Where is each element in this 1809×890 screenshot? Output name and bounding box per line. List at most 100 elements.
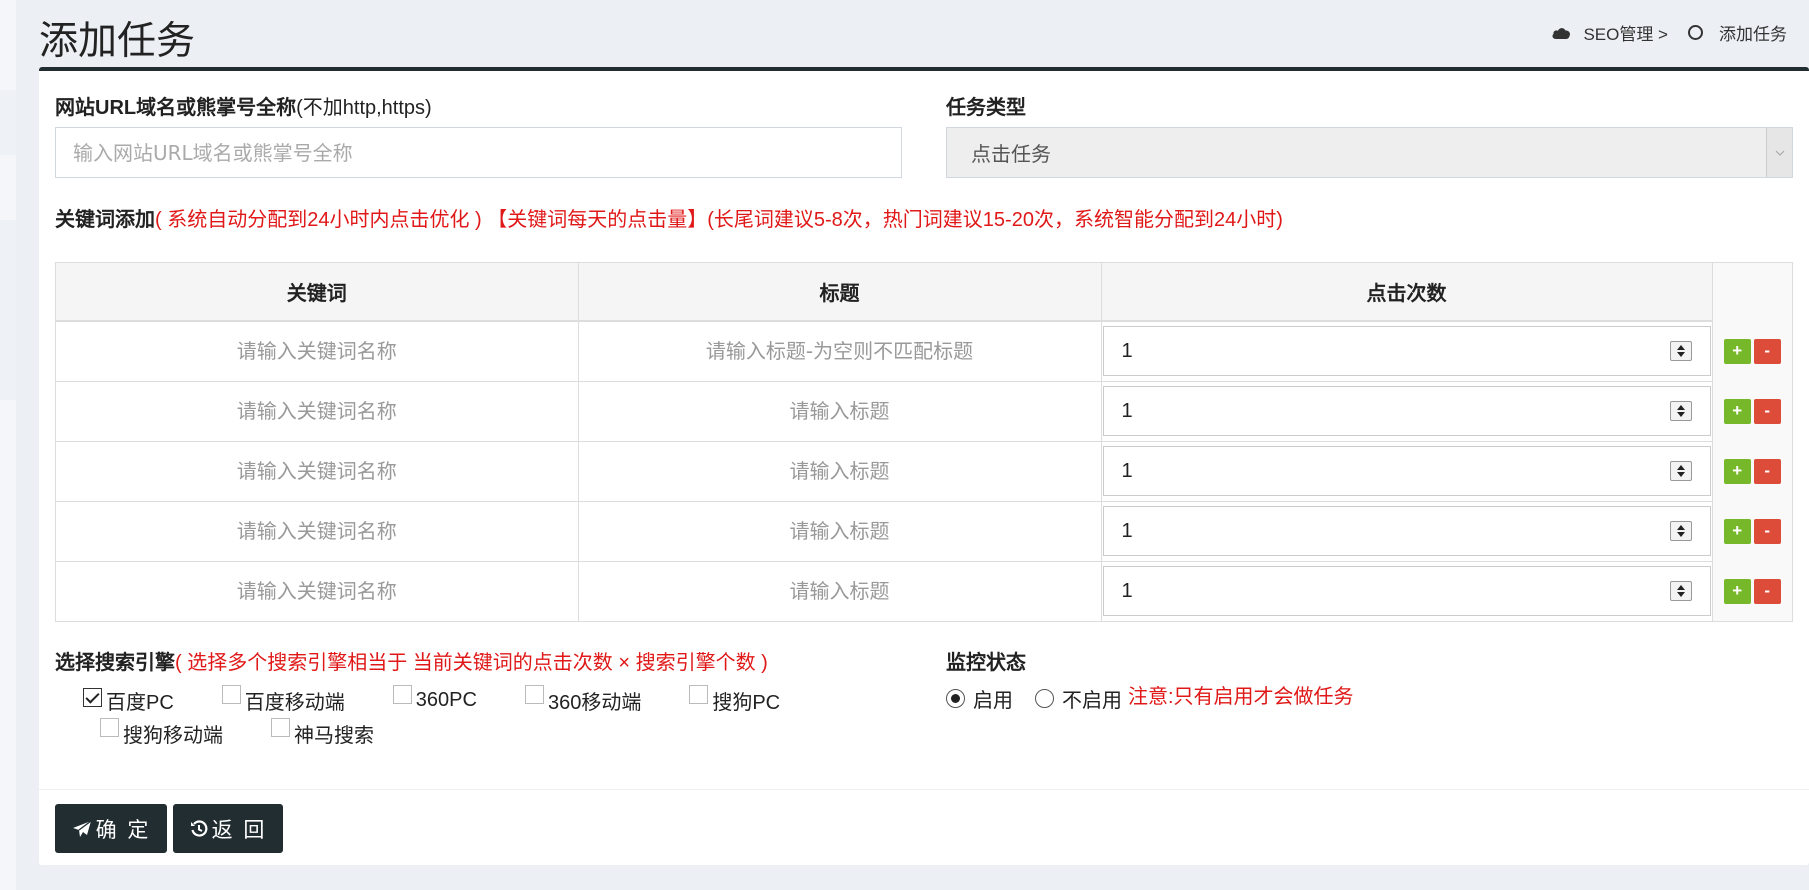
gutter-block <box>0 90 16 155</box>
monitor-options: 启用 不启用 注意:只有启用才会做任务 <box>946 684 1354 713</box>
clicks-number-input[interactable]: 1 <box>1102 566 1711 617</box>
remove-row-button[interactable]: - <box>1753 398 1781 424</box>
checkbox-box[interactable] <box>100 718 119 737</box>
checkbox-box[interactable] <box>392 685 412 704</box>
title-input[interactable] <box>578 381 1101 441</box>
breadcrumb: SEO管理 > 添加任务 <box>1551 20 1787 45</box>
clicks-cell: 1 <box>1101 560 1713 621</box>
spinner-icon[interactable] <box>1669 341 1692 362</box>
checkbox-360-pc[interactable]: 360PC <box>392 685 477 712</box>
column-header-ops <box>1712 263 1792 321</box>
checkbox-sogou-mobile[interactable]: 搜狗移动端 <box>100 718 223 748</box>
add-row-button[interactable]: + <box>1723 398 1751 424</box>
spinner-icon[interactable] <box>1669 521 1692 541</box>
breadcrumb-current: 添加任务 <box>1719 25 1787 44</box>
keyword-cell <box>56 500 579 561</box>
clicks-cell: 1 <box>1101 500 1713 561</box>
clicks-value: 1 <box>1121 519 1133 542</box>
send-icon <box>72 819 92 837</box>
clicks-cell: 1 <box>1101 440 1713 501</box>
back-button-label: 返 回 <box>211 817 267 842</box>
checkbox-shenma[interactable]: 神马搜索 <box>271 718 374 748</box>
column-header-title: 标题 <box>578 263 1102 322</box>
checkbox-box[interactable] <box>221 685 241 704</box>
back-button[interactable]: 返 回 <box>173 804 283 853</box>
remove-row-button[interactable]: - <box>1753 578 1781 604</box>
keyword-input[interactable] <box>56 501 578 561</box>
keyword-section-label: 关键词添加( 系统自动分配到24小时内点击优化 ) 【关键词每天的点击量】(长尾… <box>55 203 1283 232</box>
title-cell <box>578 320 1102 381</box>
url-label: 网站URL域名或熊掌号全称(不加http,https) <box>55 91 432 120</box>
keyword-cell <box>56 440 579 501</box>
checkbox-box[interactable] <box>689 685 709 704</box>
spinner-icon[interactable] <box>1669 401 1692 421</box>
clicks-number-input[interactable]: 1 <box>1102 386 1711 436</box>
cloud-icon <box>1551 26 1573 40</box>
search-engine-note: ( 选择多个搜索引擎相当于 当前关键词的点击次数 × 搜索引擎个数 ) <box>175 652 768 674</box>
checkbox-baidu-pc[interactable]: 百度PC <box>83 686 174 715</box>
page-title: 添加任务 <box>39 19 196 64</box>
form-panel: 网站URL域名或熊掌号全称(不加http,https) 任务类型 点击任务 关键… <box>39 67 1809 865</box>
remove-row-button[interactable]: - <box>1753 458 1781 484</box>
radio-enable[interactable]: 启用 <box>946 684 1013 713</box>
add-row-button[interactable]: + <box>1723 338 1751 364</box>
checkbox-box[interactable] <box>83 688 102 707</box>
checkbox-label: 360移动端 <box>547 692 642 714</box>
checkbox-label: 搜狗PC <box>712 692 781 714</box>
clicks-number-input[interactable]: 1 <box>1102 326 1711 377</box>
keyword-cell <box>56 380 579 441</box>
keyword-input[interactable] <box>56 322 578 381</box>
checkbox-sogou-pc[interactable]: 搜狗PC <box>689 685 781 715</box>
clicks-number-input[interactable]: 1 <box>1102 506 1711 556</box>
title-input[interactable] <box>578 501 1101 561</box>
title-cell <box>578 380 1102 441</box>
search-engine-options-row-1: 百度PC 百度移动端 360PC 360移动端 搜狗PC <box>83 685 781 715</box>
breadcrumb-parent[interactable]: SEO管理 > <box>1583 20 1668 45</box>
remove-row-button[interactable]: - <box>1753 518 1781 544</box>
keyword-cell <box>56 560 579 621</box>
ops-cell: + - <box>1712 441 1792 501</box>
checkbox-box[interactable] <box>271 718 290 737</box>
keyword-input[interactable] <box>56 561 578 621</box>
title-cell <box>578 500 1102 561</box>
keyword-note: ( 系统自动分配到24小时内点击优化 ) 【关键词每天的点击量】(长尾词建议5-… <box>155 209 1283 231</box>
radio-disable[interactable]: 不启用 <box>1035 684 1122 713</box>
checkbox-baidu-mobile[interactable]: 百度移动端 <box>221 685 345 715</box>
keyword-input[interactable] <box>56 441 578 501</box>
table-row: 1 +- <box>56 560 1792 621</box>
title-input[interactable] <box>578 441 1101 501</box>
add-row-button[interactable]: + <box>1723 578 1751 604</box>
left-gutter <box>0 0 16 890</box>
clicks-value: 1 <box>1121 339 1133 362</box>
monitor-label: 监控状态 <box>946 652 1026 674</box>
keyword-input[interactable] <box>56 381 578 441</box>
add-row-button[interactable]: + <box>1723 458 1751 484</box>
checkbox-label: 360PC <box>415 689 477 711</box>
url-label-suffix: (不加http,https) <box>296 97 432 119</box>
radio-button[interactable] <box>1035 689 1054 708</box>
checkbox-box[interactable] <box>524 685 544 704</box>
add-row-button[interactable]: + <box>1723 518 1751 544</box>
checkbox-label: 神马搜索 <box>294 725 374 747</box>
ops-cell: + - <box>1712 561 1792 621</box>
title-input[interactable] <box>578 561 1101 621</box>
confirm-button[interactable]: 确 定 <box>55 804 167 853</box>
clicks-cell: 1 <box>1101 380 1713 441</box>
checkbox-label: 搜狗移动端 <box>123 725 223 747</box>
remove-row-button[interactable]: - <box>1753 338 1781 364</box>
clicks-number-input[interactable]: 1 <box>1102 446 1711 496</box>
clicks-value: 1 <box>1121 579 1133 602</box>
spinner-icon[interactable] <box>1669 581 1692 602</box>
checkbox-360-mobile[interactable]: 360移动端 <box>524 685 642 715</box>
history-icon <box>190 819 208 837</box>
url-input[interactable] <box>55 127 902 178</box>
confirm-button-label: 确 定 <box>95 817 151 842</box>
checkbox-label: 百度PC <box>106 692 174 714</box>
spinner-icon[interactable] <box>1669 461 1692 481</box>
title-input[interactable] <box>578 322 1101 381</box>
table-row: 1 +- <box>56 380 1792 441</box>
checkbox-label: 百度移动端 <box>244 692 345 714</box>
task-type-select[interactable]: 点击任务 <box>946 127 1793 178</box>
radio-button[interactable] <box>946 689 965 708</box>
keyword-label-bold: 关键词添加 <box>55 209 155 231</box>
